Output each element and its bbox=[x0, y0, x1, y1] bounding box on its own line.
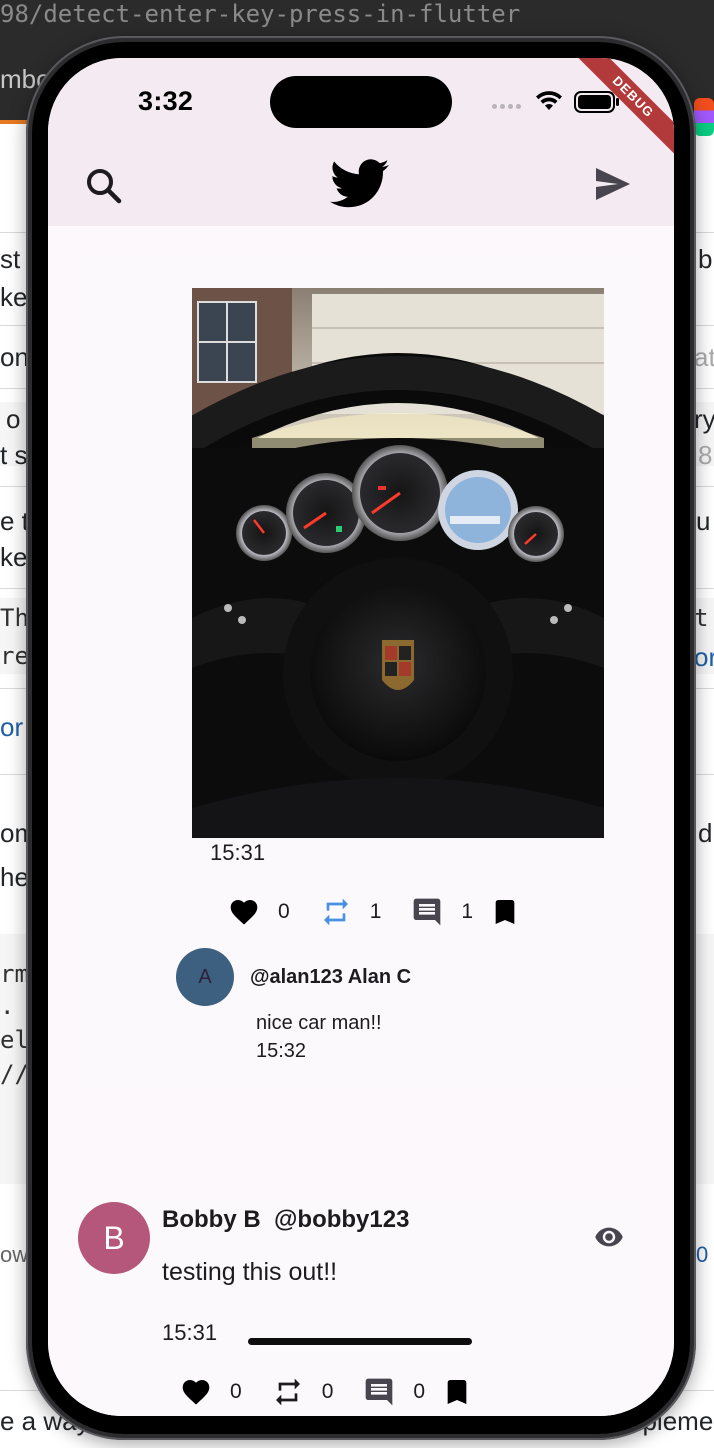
background-fragment: o bbox=[6, 404, 21, 434]
background-fragment: re bbox=[0, 642, 29, 670]
background-fragment: he bbox=[0, 862, 29, 892]
home-indicator[interactable] bbox=[248, 1338, 472, 1345]
comment-icon[interactable] bbox=[363, 1376, 395, 1408]
reply-avatar[interactable]: A bbox=[176, 948, 234, 1006]
comment-count: 1 bbox=[461, 900, 474, 923]
status-bar: 3:32 DEBUG bbox=[48, 58, 674, 165]
retweet-count: 0 bbox=[321, 1380, 334, 1403]
tweet-image[interactable] bbox=[192, 288, 604, 838]
comment-icon[interactable] bbox=[411, 896, 443, 928]
tweet-timestamp: 15:31 bbox=[162, 1320, 218, 1345]
wifi-icon bbox=[536, 91, 562, 110]
retweet-count: 1 bbox=[369, 900, 382, 923]
background-fragment: Th bbox=[0, 604, 29, 632]
tweet-card[interactable]: B Bobby B @bobby123 testing this out!! 1… bbox=[78, 1202, 642, 1416]
tweet-author-handle: @bobby123 bbox=[274, 1206, 410, 1233]
cellular-signal-icon bbox=[492, 104, 521, 109]
bookmark-icon[interactable] bbox=[441, 1376, 473, 1408]
background-fragment: at bbox=[694, 342, 714, 372]
background-fragment: el bbox=[0, 1026, 29, 1054]
comment-count: 0 bbox=[413, 1380, 426, 1403]
tweet-author-name: Bobby B bbox=[162, 1206, 261, 1233]
background-fragment: u bbox=[696, 506, 711, 536]
tweet-feed[interactable]: 15:31 0 1 1 A @alan123 Alan C nice car m… bbox=[48, 226, 674, 1416]
background-fragment: b bbox=[698, 244, 713, 274]
heart-icon[interactable] bbox=[228, 896, 260, 928]
retweet-icon[interactable] bbox=[320, 896, 352, 928]
bookmark-icon[interactable] bbox=[489, 896, 521, 928]
background-url-bar: 98/detect-enter-key-press-in-flutter bbox=[0, 0, 714, 36]
background-fragment: or bbox=[0, 712, 24, 742]
reply-author: @alan123 Alan C bbox=[250, 966, 412, 988]
send-icon[interactable] bbox=[594, 166, 632, 202]
background-fragment: st bbox=[0, 244, 21, 274]
reply-timestamp: 15:32 bbox=[256, 1040, 307, 1062]
background-fragment: ow bbox=[0, 1242, 29, 1267]
background-fragment: on bbox=[0, 342, 29, 372]
retweet-icon[interactable] bbox=[272, 1376, 304, 1408]
background-fragment: or bbox=[694, 642, 714, 672]
background-fragment: ry bbox=[694, 404, 714, 434]
background-fragment: e t bbox=[0, 506, 29, 536]
tweet-action-row: 0 0 0 bbox=[180, 1376, 473, 1408]
tweet-text: testing this out!! bbox=[162, 1258, 338, 1286]
tweet-card[interactable]: 15:31 0 1 1 A @alan123 Alan C nice car m… bbox=[78, 256, 642, 1090]
app-screen: 3:32 DEBUG 15:31 0 1 1 A @alan123 Alan C… bbox=[48, 58, 674, 1416]
tweet-action-row: 0 1 1 bbox=[228, 896, 521, 928]
tweet-timestamp: 15:31 bbox=[210, 840, 266, 865]
eye-icon[interactable] bbox=[592, 1222, 626, 1252]
background-fragment: 0 bbox=[696, 1242, 709, 1267]
twitter-bird-icon bbox=[330, 159, 389, 208]
dynamic-island bbox=[270, 76, 452, 128]
like-count: 0 bbox=[278, 900, 290, 923]
background-fragment: t bbox=[694, 604, 709, 632]
background-fragment: rm bbox=[0, 960, 29, 988]
app-bar bbox=[48, 154, 674, 226]
background-fragment: ke bbox=[0, 282, 28, 312]
like-count: 0 bbox=[230, 1380, 242, 1403]
background-fragment: // bbox=[0, 1060, 29, 1088]
background-fragment: t s bbox=[0, 440, 28, 470]
porsche-dashboard-photo bbox=[192, 288, 604, 838]
background-fragment: 8 bbox=[698, 440, 713, 470]
background-fragment: d bbox=[698, 818, 713, 848]
background-url-text: 98/detect-enter-key-press-in-flutter bbox=[0, 0, 521, 28]
battery-icon bbox=[574, 91, 619, 113]
search-icon[interactable] bbox=[82, 164, 126, 208]
tweet-avatar[interactable]: B bbox=[78, 1202, 150, 1274]
reply-item[interactable]: A @alan123 Alan C nice car man!! 15:32 bbox=[176, 948, 596, 1068]
reply-text: nice car man!! bbox=[256, 1012, 382, 1034]
status-time: 3:32 bbox=[138, 86, 194, 116]
figma-icon bbox=[694, 98, 714, 136]
background-fragment: ke bbox=[0, 542, 28, 572]
heart-icon[interactable] bbox=[180, 1376, 212, 1408]
background-fragment: . bbox=[0, 992, 15, 1020]
